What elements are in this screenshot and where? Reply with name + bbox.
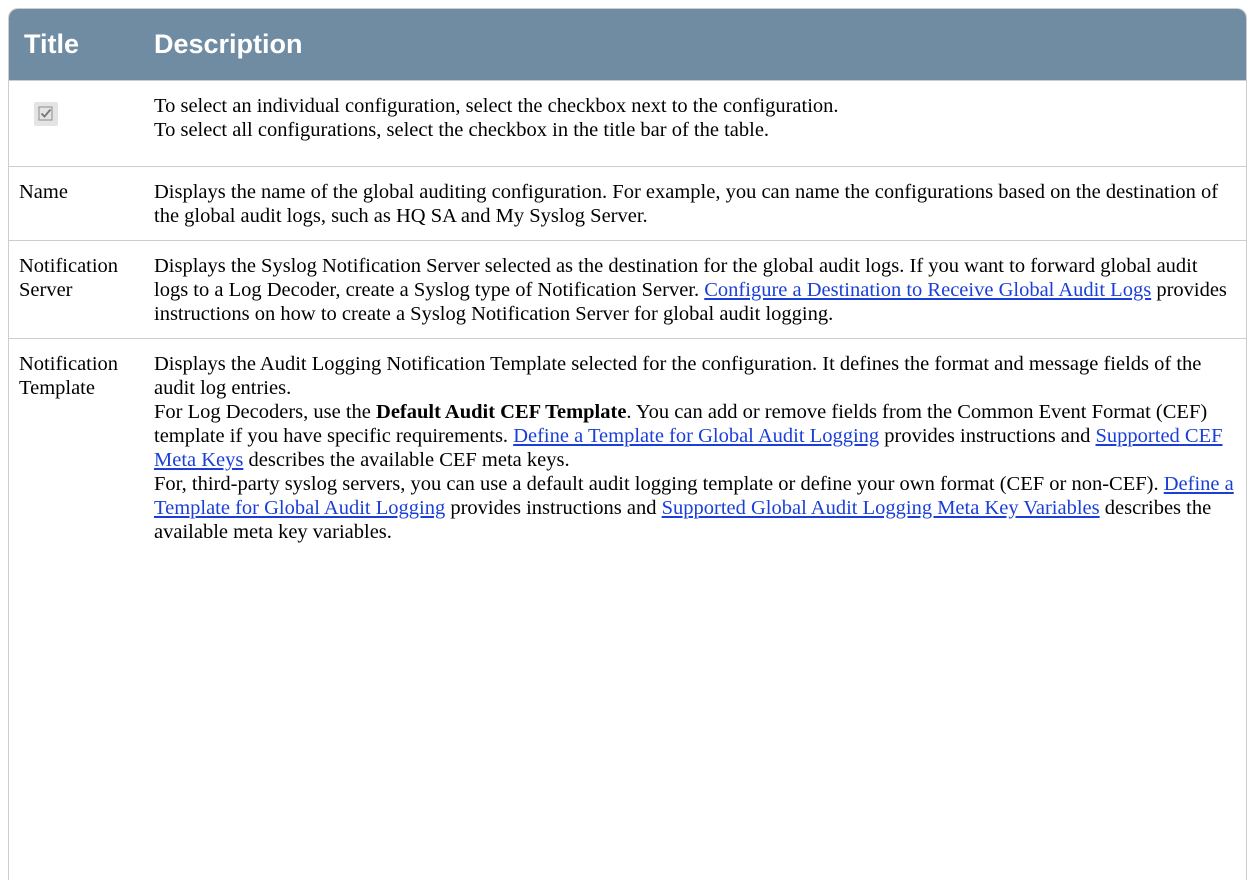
reference-table: Title Description To select an individua… — [8, 8, 1247, 880]
desc-paragraph: Displays the Audit Logging Notification … — [154, 352, 1202, 399]
row-desc-line: To select all configurations, select the… — [154, 118, 770, 141]
row-description-cell: To select an individual configuration, s… — [154, 79, 1246, 166]
checkbox-icon — [34, 101, 58, 126]
template-name-bold: Default Audit CEF Template — [376, 400, 627, 423]
header-title: Title — [9, 9, 154, 80]
table-header-row: Title Description — [9, 9, 1246, 80]
desc-text: provides instructions and — [445, 496, 662, 519]
desc-text: provides instructions and — [879, 424, 1096, 447]
table-row: Notification Template Displays the Audit… — [9, 337, 1246, 556]
row-title-cell: Name — [9, 165, 154, 240]
header-description: Description — [154, 9, 1246, 80]
desc-text: describes the available CEF meta keys. — [243, 448, 570, 471]
configure-destination-link[interactable]: Configure a Destination to Receive Globa… — [704, 279, 1151, 301]
desc-paragraph: For, third-party syslog servers, you can… — [154, 472, 1236, 544]
row-title-cell: Notification Template — [9, 337, 154, 556]
define-template-link[interactable]: Define a Template for Global Audit Loggi… — [513, 425, 879, 447]
row-description-cell: Displays the name of the global auditing… — [154, 165, 1246, 240]
row-desc-line: To select an individual configuration, s… — [154, 94, 839, 117]
desc-text: For, third-party syslog servers, you can… — [154, 472, 1164, 495]
row-description-cell: Displays the Audit Logging Notification … — [154, 337, 1246, 556]
table-row: Notification Server Displays the Syslog … — [9, 239, 1246, 338]
row-title-cell: Notification Server — [9, 239, 154, 338]
desc-paragraph: For Log Decoders, use the Default Audit … — [154, 400, 1236, 472]
table-row: Name Displays the name of the global aud… — [9, 165, 1246, 240]
supported-meta-key-variables-link[interactable]: Supported Global Audit Logging Meta Key … — [662, 497, 1100, 519]
row-description-cell: Displays the Syslog Notification Server … — [154, 239, 1246, 338]
row-title-cell — [9, 79, 154, 166]
table-row: To select an individual configuration, s… — [9, 79, 1246, 166]
desc-text: For Log Decoders, use the — [154, 400, 377, 423]
